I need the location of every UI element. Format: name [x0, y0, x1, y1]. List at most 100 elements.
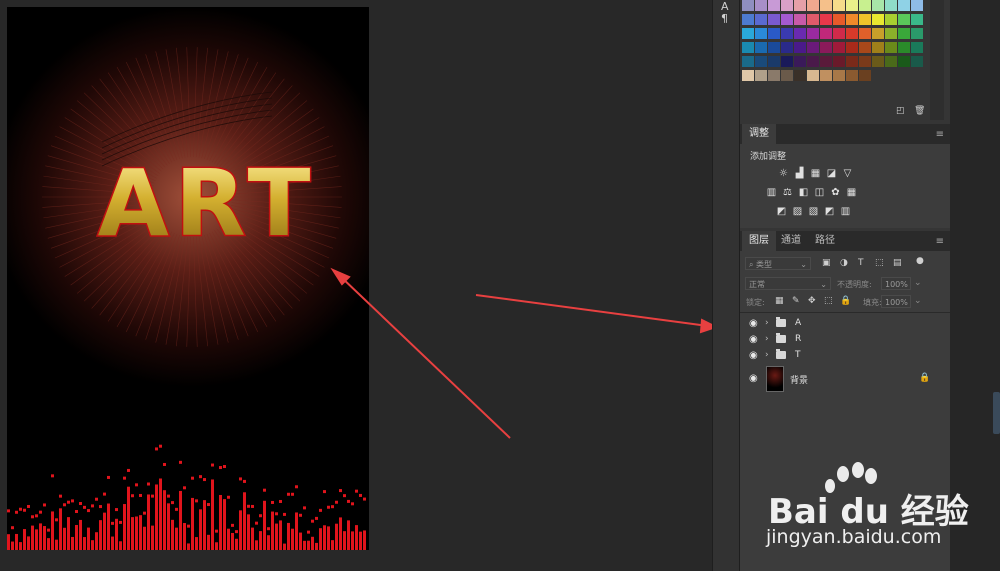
smart-filter-icon[interactable]: ▤ — [893, 258, 902, 268]
color-swatch[interactable] — [885, 56, 897, 67]
color-swatch[interactable] — [846, 28, 858, 39]
color-swatch[interactable] — [768, 28, 780, 39]
tab-layers[interactable]: 图层 — [742, 231, 776, 251]
layer-row-t[interactable]: ◉ › T — [744, 347, 938, 363]
color-swatch[interactable] — [872, 42, 884, 53]
color-swatch[interactable] — [846, 42, 858, 53]
fill-input[interactable]: 100% — [881, 295, 911, 308]
color-swatch[interactable] — [781, 56, 793, 67]
color-swatch[interactable] — [742, 0, 754, 11]
trash-icon[interactable]: 🗑 — [914, 106, 925, 116]
eye-icon[interactable]: ◉ — [749, 373, 758, 384]
color-swatch[interactable] — [911, 42, 923, 53]
color-swatch[interactable] — [833, 0, 845, 11]
color-swatch[interactable] — [768, 0, 780, 11]
color-swatch[interactable] — [794, 14, 806, 25]
color-swatch[interactable] — [742, 70, 754, 81]
layer-filter-select[interactable]: ⌕ 类型 ⌄ — [745, 257, 811, 270]
layer-row-background[interactable]: ◉ 背景 🔒 — [744, 364, 938, 392]
color-swatch[interactable] — [885, 28, 897, 39]
color-swatch[interactable] — [859, 28, 871, 39]
color-swatch[interactable] — [742, 28, 754, 39]
panel-menu-icon[interactable]: ≡ — [936, 129, 944, 140]
color-swatch[interactable] — [755, 56, 767, 67]
color-swatch[interactable] — [781, 28, 793, 39]
color-swatch[interactable] — [807, 0, 819, 11]
type-filter-icon[interactable]: T — [858, 258, 864, 268]
shape-filter-icon[interactable]: ⬚ — [875, 258, 884, 268]
balance-icon[interactable]: ⚖ — [782, 188, 793, 198]
color-swatch[interactable] — [833, 56, 845, 67]
color-swatch[interactable] — [781, 42, 793, 53]
color-swatch[interactable] — [755, 0, 767, 11]
color-swatch[interactable] — [794, 70, 806, 81]
gradient-map-icon[interactable]: ▥ — [840, 207, 851, 217]
brightness-icon[interactable]: ☼ — [778, 169, 789, 179]
curves-icon[interactable]: ▦ — [810, 169, 821, 179]
color-swatch[interactable] — [742, 14, 754, 25]
color-swatch[interactable] — [807, 56, 819, 67]
chevron-down-icon[interactable]: ⌄ — [914, 278, 922, 288]
color-swatch[interactable] — [898, 28, 910, 39]
color-swatch[interactable] — [872, 14, 884, 25]
eye-icon[interactable]: ◉ — [749, 350, 758, 361]
lock-transparent-icon[interactable]: ▦ — [775, 296, 784, 306]
color-swatch[interactable] — [898, 14, 910, 25]
color-swatch[interactable] — [807, 70, 819, 81]
color-swatch[interactable] — [820, 56, 832, 67]
panel-menu-icon[interactable]: ≡ — [936, 236, 944, 247]
blend-mode-select[interactable]: 正常 ⌄ — [745, 277, 831, 290]
color-swatch[interactable] — [768, 70, 780, 81]
color-swatch[interactable] — [807, 42, 819, 53]
chevron-right-icon[interactable]: › — [765, 350, 769, 360]
scroll-handle[interactable] — [993, 392, 1000, 434]
tab-adjustments[interactable]: 调整 — [742, 124, 776, 144]
color-swatch[interactable] — [781, 70, 793, 81]
color-swatch[interactable] — [911, 28, 923, 39]
color-swatch[interactable] — [898, 0, 910, 11]
tab-channels[interactable]: 通道 — [774, 231, 808, 251]
vibrance-icon[interactable]: ▽ — [842, 169, 853, 179]
color-swatch[interactable] — [755, 28, 767, 39]
color-swatch[interactable] — [794, 42, 806, 53]
color-swatch[interactable] — [781, 14, 793, 25]
color-swatch[interactable] — [768, 56, 780, 67]
opacity-input[interactable]: 100% — [881, 277, 911, 290]
chevron-down-icon[interactable]: ⌄ — [914, 296, 922, 306]
chevron-right-icon[interactable]: › — [765, 334, 769, 344]
color-swatch[interactable] — [820, 14, 832, 25]
color-swatch[interactable] — [911, 56, 923, 67]
levels-icon[interactable]: ▟ — [794, 169, 805, 179]
threshold-icon[interactable]: ▧ — [808, 207, 819, 217]
color-swatch[interactable] — [859, 0, 871, 11]
color-swatch[interactable] — [820, 70, 832, 81]
color-swatch[interactable] — [911, 0, 923, 11]
color-swatch[interactable] — [898, 42, 910, 53]
eye-icon[interactable]: ◉ — [749, 334, 758, 345]
color-swatch[interactable] — [755, 42, 767, 53]
layer-row-a[interactable]: ◉ › A — [744, 315, 938, 331]
color-swatch[interactable] — [859, 14, 871, 25]
color-swatch[interactable] — [781, 0, 793, 11]
color-swatch[interactable] — [820, 28, 832, 39]
bw-icon[interactable]: ◧ — [798, 188, 809, 198]
new-swatch-icon[interactable]: ◰ — [896, 106, 905, 116]
color-swatch[interactable] — [820, 42, 832, 53]
layer-row-r[interactable]: ◉ › R — [744, 331, 938, 347]
adjustment-filter-icon[interactable]: ◑ — [840, 258, 848, 268]
color-swatch[interactable] — [898, 56, 910, 67]
photo-filter-icon[interactable]: ◫ — [814, 188, 825, 198]
color-swatch[interactable] — [794, 0, 806, 11]
color-swatch[interactable] — [846, 0, 858, 11]
color-swatch[interactable] — [833, 14, 845, 25]
color-swatch[interactable] — [846, 56, 858, 67]
color-swatch[interactable] — [768, 14, 780, 25]
chevron-right-icon[interactable]: › — [765, 318, 769, 328]
paragraph-icon[interactable]: ¶ — [721, 12, 728, 25]
posterize-icon[interactable]: ▨ — [792, 207, 803, 217]
color-swatch[interactable] — [755, 70, 767, 81]
invert-icon[interactable]: ◩ — [776, 207, 787, 217]
color-swatch[interactable] — [885, 42, 897, 53]
color-swatch[interactable] — [872, 56, 884, 67]
color-swatch[interactable] — [742, 56, 754, 67]
